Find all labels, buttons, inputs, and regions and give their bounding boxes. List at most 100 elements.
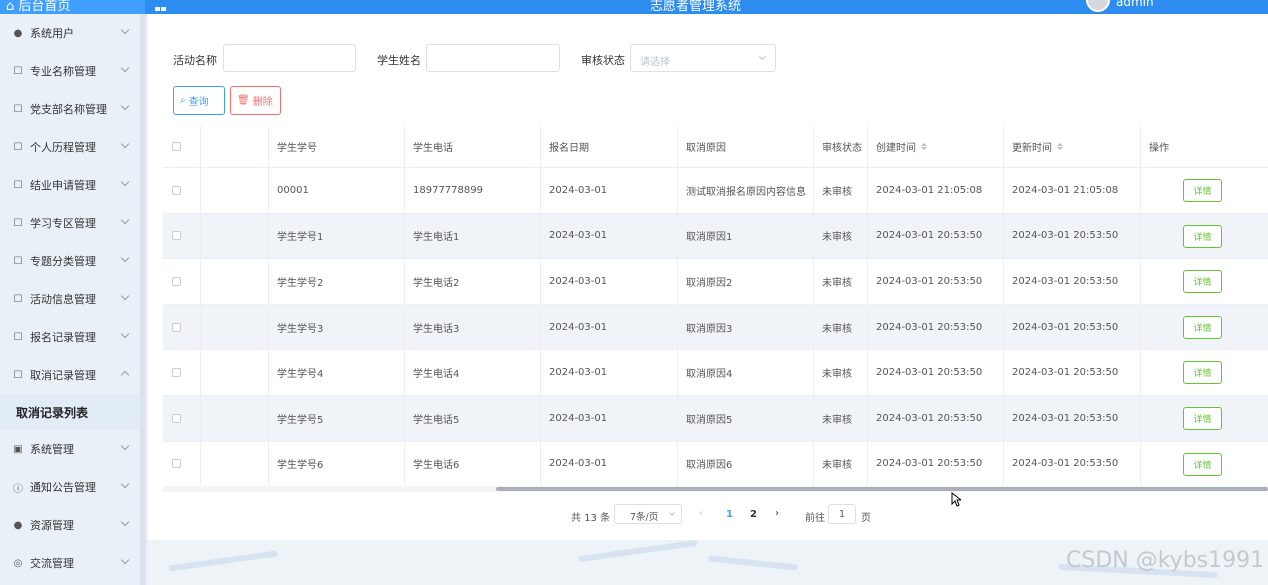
sidebar-item-resource[interactable]: ● 资源管理 [0, 506, 140, 544]
location-icon: ● [13, 519, 23, 531]
cell-review-status: 未审核 [814, 441, 868, 487]
row-checkbox[interactable] [172, 276, 181, 286]
cell-cancel-reason: 测试取消报名原因内容信息 [678, 168, 814, 213]
avatar[interactable] [1086, 0, 1110, 12]
folder-icon: ☐ [13, 65, 23, 77]
goto-page-input[interactable]: 1 [828, 504, 856, 524]
sidebar-item-notice[interactable]: ⓘ 通知公告管理 [0, 468, 140, 506]
sidebar-item-label: 结业申请管理 [30, 179, 96, 192]
scrollbar-thumb[interactable] [496, 487, 1268, 491]
header-created-time[interactable]: 创建时间 [868, 126, 1004, 167]
search-icon: ⌕ [180, 95, 186, 106]
home-link[interactable]: ⌂ 后台首页 [6, 0, 70, 14]
select-all-checkbox[interactable] [172, 142, 181, 151]
cell-created-time: 2024-03-01 20:53:50 [868, 441, 1004, 487]
sidebar-subitem-cancel-list[interactable]: 取消记录列表 [0, 394, 140, 430]
row-checkbox[interactable] [172, 185, 181, 195]
cell-signup-date: 2024-03-01 [541, 350, 678, 395]
sidebar-item-label: 取消记录管理 [30, 369, 96, 382]
chevron-down-icon [120, 555, 130, 565]
main-panel: 活动名称 学生姓名 审核状态 请选择 ⌕ 查询 🗑 删除 学生学号 学生电话 报名日… [148, 14, 1268, 540]
cell-signup-date: 2024-03-01 [541, 304, 678, 350]
decor-stroke [168, 550, 278, 572]
folder-icon: ☐ [13, 331, 23, 343]
sidebar-item-label: 专业名称管理 [30, 65, 96, 78]
sidebar-item-cancel[interactable]: ☐ 取消记录管理 [0, 356, 140, 394]
cell-created-time: 2024-03-01 20:53:50 [868, 213, 1004, 259]
student-name-label: 学生姓名 [377, 54, 421, 67]
sidebar-item-exchange[interactable]: ◎ 交流管理 [0, 544, 140, 582]
student-name-input[interactable] [426, 44, 560, 72]
table-row: 学生学号6 学生电话6 2024-03-01 取消原因6 未审核 2024-03… [163, 441, 1268, 488]
sidebar-item-system-users[interactable]: ● 系统用户 [0, 14, 140, 52]
detail-button[interactable]: 详情 [1183, 315, 1222, 339]
sidebar-item-major[interactable]: ☐ 专业名称管理 [0, 52, 140, 90]
row-checkbox[interactable] [172, 368, 181, 378]
sidebar-item-label: 交流管理 [30, 557, 74, 570]
page-size-select[interactable]: 7条/页 [614, 504, 682, 524]
sidebar-item-topic[interactable]: ☐ 专题分类管理 [0, 242, 140, 280]
sidebar-item-label: 资源管理 [30, 519, 74, 532]
sidebar-item-activity[interactable]: ☐ 活动信息管理 [0, 280, 140, 318]
sidebar: ● 系统用户 ☐ 专业名称管理 ☐ 党支部名称管理 ☐ 个人历程管理 ☐ 结业申请管理 ☐… [0, 14, 140, 585]
review-status-label: 审核状态 [581, 54, 625, 67]
detail-button[interactable]: 详情 [1183, 361, 1222, 385]
cell-cancel-reason: 取消原因3 [678, 304, 814, 350]
detail-button[interactable]: 详情 [1183, 270, 1222, 294]
sidebar-item-system[interactable]: ▣ 系统管理 [0, 430, 140, 468]
row-checkbox[interactable] [172, 231, 181, 241]
sort-icon[interactable] [1057, 143, 1063, 150]
sidebar-item-history[interactable]: ☐ 个人历程管理 [0, 128, 140, 166]
header-blank [201, 126, 269, 167]
horizontal-scrollbar[interactable] [163, 486, 1268, 492]
header-actions: 操作 [1149, 143, 1169, 154]
cell-created-time: 2024-03-01 20:53:50 [868, 259, 1004, 304]
sidebar-item-party-branch[interactable]: ☐ 党支部名称管理 [0, 90, 140, 128]
prev-page-icon[interactable]: ‹ [699, 508, 703, 519]
decor-stroke [707, 555, 799, 571]
delete-button-label: 删除 [252, 97, 273, 108]
table-row: 学生学号5 学生电话5 2024-03-01 取消原因5 未审核 2024-03… [163, 395, 1268, 442]
page-2-button[interactable]: 2 [750, 509, 757, 520]
header-updated-label: 更新时间 [1012, 143, 1052, 154]
user-icon: ● [13, 27, 23, 39]
sidebar-item-signup[interactable]: ☐ 报名记录管理 [0, 318, 140, 356]
cell-updated-time: 2024-03-01 20:53:50 [1004, 259, 1141, 304]
menu-toggle-icon[interactable] [155, 0, 167, 11]
sort-icon[interactable] [921, 143, 927, 150]
detail-button[interactable]: 详情 [1183, 406, 1222, 430]
row-checkbox[interactable] [172, 459, 181, 469]
search-button[interactable]: ⌕ 查询 [173, 86, 225, 115]
site-title: 志愿者管理系统 [650, 0, 742, 14]
select-all-cell [163, 126, 201, 167]
cell-student-no: 00001 [269, 168, 405, 213]
pagination: 共 13 条 7条/页 ‹ 1 2 › 前往 1 页 [148, 504, 1268, 526]
table-header: 学生学号 学生电话 报名日期 取消原因 审核状态 创建时间 更新时间 操作 [163, 126, 1268, 168]
sidebar-item-graduation[interactable]: ☐ 结业申请管理 [0, 166, 140, 204]
filter-bar: 活动名称 学生姓名 审核状态 请选择 [148, 44, 1268, 74]
page-1-button[interactable]: 1 [726, 509, 733, 520]
header-cancel-reason: 取消原因 [678, 126, 814, 167]
sidebar-item-label: 活动信息管理 [30, 293, 96, 306]
decor-stroke [578, 540, 698, 563]
chevron-down-icon [120, 329, 130, 339]
detail-button[interactable]: 详情 [1183, 179, 1222, 202]
detail-button[interactable]: 详情 [1183, 452, 1222, 476]
sidebar-item-study[interactable]: ☐ 学习专区管理 [0, 204, 140, 242]
chevron-down-icon [120, 253, 130, 263]
username[interactable]: admin [1116, 0, 1154, 9]
folder-icon: ☐ [13, 217, 23, 229]
next-page-icon[interactable]: › [775, 508, 779, 519]
row-checkbox[interactable] [172, 322, 181, 332]
folder-icon: ☐ [13, 103, 23, 115]
cell-student-phone: 学生电话2 [405, 259, 541, 304]
activity-name-input[interactable] [223, 44, 356, 72]
sidebar-item-label: 报名记录管理 [30, 331, 96, 344]
chevron-down-icon [120, 479, 130, 489]
table-row: 学生学号4 学生电话4 2024-03-01 取消原因4 未审核 2024-03… [163, 350, 1268, 396]
review-status-select[interactable]: 请选择 [630, 44, 776, 72]
delete-button[interactable]: 🗑 删除 [230, 86, 281, 115]
row-checkbox[interactable] [172, 413, 181, 423]
header-updated-time[interactable]: 更新时间 [1004, 126, 1141, 167]
detail-button[interactable]: 详情 [1183, 224, 1222, 248]
